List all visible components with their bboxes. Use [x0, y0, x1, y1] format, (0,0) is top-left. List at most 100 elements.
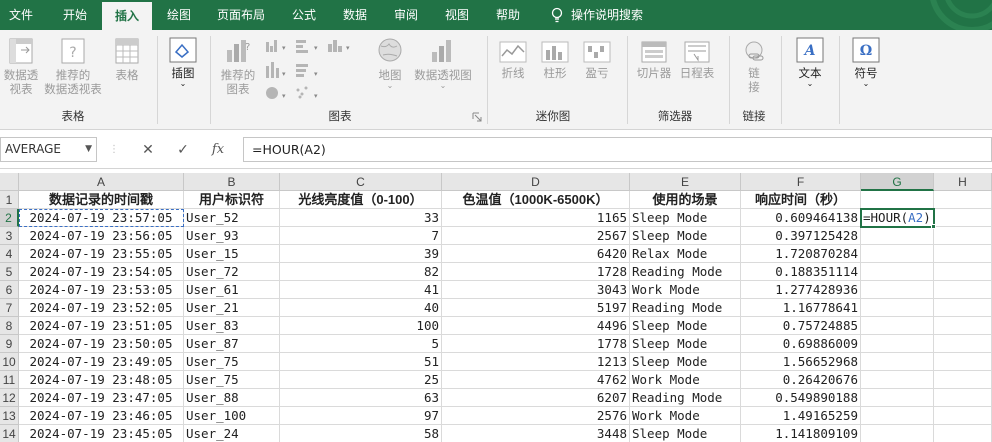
pivottable-button[interactable]: 数据透 视表: [0, 36, 42, 96]
table-cell[interactable]: 2024-07-19 23:46:05: [19, 407, 184, 425]
select-all-corner[interactable]: [0, 173, 19, 191]
row-header[interactable]: 9: [0, 335, 19, 353]
table-cell[interactable]: 97: [280, 407, 442, 425]
row-header[interactable]: 13: [0, 407, 19, 425]
table-cell[interactable]: [861, 407, 934, 425]
header-cell[interactable]: 色温值（1000K-6500K）: [442, 191, 630, 209]
table-cell[interactable]: 1.141809109: [741, 425, 861, 442]
table-cell[interactable]: 1.16778641: [741, 299, 861, 317]
recommended-pivottable-button[interactable]: ? 推荐的 数据透视表: [42, 36, 104, 96]
table-cell[interactable]: 2024-07-19 23:49:05: [19, 353, 184, 371]
tab-insert[interactable]: 插入: [102, 2, 152, 30]
table-cell[interactable]: 2024-07-19 23:57:05: [19, 209, 184, 227]
cancel-icon[interactable]: ✕: [138, 139, 158, 161]
table-cell[interactable]: 6207: [442, 389, 630, 407]
table-cell[interactable]: User_72: [184, 263, 280, 281]
pivotchart-button[interactable]: 数据透视图 ⌄: [410, 36, 476, 90]
tab-file[interactable]: 文件: [0, 0, 42, 30]
row-header[interactable]: 1: [0, 191, 19, 209]
chart-type-icons[interactable]: ▾ ▾ ▾ ▾ ▾ ▾ ▾: [262, 38, 352, 104]
table-cell[interactable]: 6420: [442, 245, 630, 263]
chevron-down-icon[interactable]: ▼: [85, 138, 92, 161]
table-cell[interactable]: Relax Mode: [630, 245, 741, 263]
table-cell[interactable]: [934, 263, 992, 281]
table-cell[interactable]: User_61: [184, 281, 280, 299]
enter-icon[interactable]: ✓: [173, 139, 193, 161]
table-cell[interactable]: [861, 335, 934, 353]
table-cell[interactable]: 33: [280, 209, 442, 227]
table-cell[interactable]: 100: [280, 317, 442, 335]
header-cell[interactable]: 数据记录的时间戳: [19, 191, 184, 209]
table-cell[interactable]: [861, 245, 934, 263]
tab-view[interactable]: 视图: [435, 0, 479, 30]
table-cell[interactable]: Sleep Mode: [630, 227, 741, 245]
table-cell[interactable]: [934, 191, 992, 209]
sparkline-column-button[interactable]: 柱形: [537, 40, 573, 80]
table-cell[interactable]: 39: [280, 245, 442, 263]
table-cell[interactable]: 2024-07-19 23:48:05: [19, 371, 184, 389]
tab-help[interactable]: 帮助: [486, 0, 530, 30]
tab-draw[interactable]: 绘图: [157, 0, 201, 30]
table-cell[interactable]: 2024-07-19 23:51:05: [19, 317, 184, 335]
column-header-h[interactable]: H: [934, 173, 992, 191]
table-cell[interactable]: [934, 371, 992, 389]
header-cell[interactable]: 用户标识符: [184, 191, 280, 209]
column-header-f[interactable]: F: [741, 173, 861, 191]
row-header[interactable]: 6: [0, 281, 19, 299]
table-cell[interactable]: [934, 245, 992, 263]
table-cell[interactable]: [861, 299, 934, 317]
table-cell[interactable]: User_24: [184, 425, 280, 442]
editing-cell-g2[interactable]: =HOUR(A2): [861, 209, 934, 227]
table-cell[interactable]: 5: [280, 335, 442, 353]
row-header[interactable]: 3: [0, 227, 19, 245]
column-header-d[interactable]: D: [442, 173, 630, 191]
table-cell[interactable]: [861, 371, 934, 389]
table-cell[interactable]: 5197: [442, 299, 630, 317]
table-cell[interactable]: Sleep Mode: [630, 317, 741, 335]
table-cell[interactable]: Reading Mode: [630, 263, 741, 281]
column-header-b[interactable]: B: [184, 173, 280, 191]
table-cell[interactable]: 0.188351114: [741, 263, 861, 281]
map-chart-button[interactable]: 地图 ⌄: [372, 36, 408, 90]
slicer-button[interactable]: 切片器: [634, 40, 674, 80]
header-cell[interactable]: 光线亮度值（0-100）: [280, 191, 442, 209]
table-cell[interactable]: 2024-07-19 23:52:05: [19, 299, 184, 317]
row-header[interactable]: 11: [0, 371, 19, 389]
table-cell[interactable]: User_83: [184, 317, 280, 335]
table-cell[interactable]: User_75: [184, 371, 280, 389]
table-cell[interactable]: 2024-07-19 23:56:05: [19, 227, 184, 245]
table-cell[interactable]: [861, 191, 934, 209]
table-cell[interactable]: 2567: [442, 227, 630, 245]
dialog-launcher-icon[interactable]: [472, 112, 482, 122]
table-cell[interactable]: 2024-07-19 23:45:05: [19, 425, 184, 442]
tab-page-layout[interactable]: 页面布局: [208, 0, 274, 30]
table-cell[interactable]: 2024-07-19 23:47:05: [19, 389, 184, 407]
table-cell[interactable]: 2024-07-19 23:53:05: [19, 281, 184, 299]
sparkline-line-button[interactable]: 折线: [495, 40, 531, 80]
table-cell[interactable]: 0.549890188: [741, 389, 861, 407]
link-button[interactable]: 链 接: [736, 40, 772, 94]
tab-home[interactable]: 开始: [52, 0, 98, 30]
table-cell[interactable]: [934, 353, 992, 371]
table-cell[interactable]: [861, 389, 934, 407]
table-cell[interactable]: 3448: [442, 425, 630, 442]
tab-formulas[interactable]: 公式: [282, 0, 326, 30]
table-cell[interactable]: Work Mode: [630, 281, 741, 299]
table-cell[interactable]: 1.49165259: [741, 407, 861, 425]
table-cell[interactable]: 4762: [442, 371, 630, 389]
table-cell[interactable]: 1.56652968: [741, 353, 861, 371]
row-header[interactable]: 5: [0, 263, 19, 281]
table-cell[interactable]: User_75: [184, 353, 280, 371]
worksheet-grid[interactable]: A B C D E F G H 1 数据记录的时间戳 用户标识符 光线亮度值（0-100） 色温值（10…: [0, 173, 992, 442]
row-header[interactable]: 10: [0, 353, 19, 371]
table-cell[interactable]: 1165: [442, 209, 630, 227]
sparkline-winloss-button[interactable]: 盈亏: [579, 40, 615, 80]
column-header-e[interactable]: E: [630, 173, 741, 191]
header-cell[interactable]: 使用的场景: [630, 191, 741, 209]
formula-input[interactable]: =HOUR(A2): [243, 137, 992, 162]
table-cell[interactable]: 0.75724885: [741, 317, 861, 335]
table-cell[interactable]: [934, 209, 992, 227]
table-cell[interactable]: User_88: [184, 389, 280, 407]
table-cell[interactable]: [934, 299, 992, 317]
table-cell[interactable]: 51: [280, 353, 442, 371]
